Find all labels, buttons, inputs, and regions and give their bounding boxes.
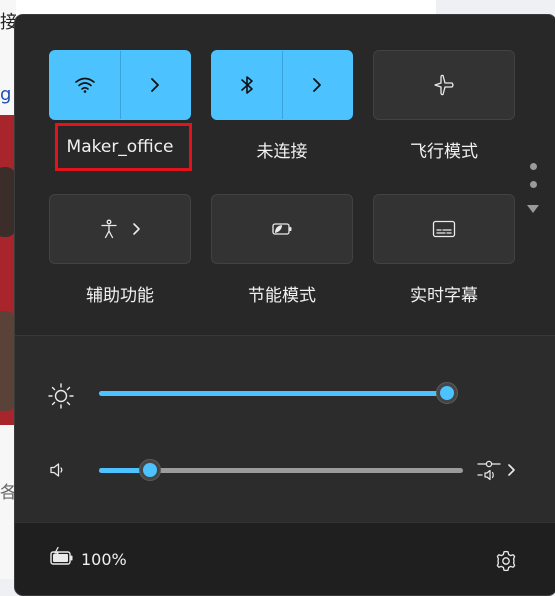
sliders-section	[15, 335, 555, 526]
speaker-icon[interactable]	[49, 461, 67, 479]
battery-saver-icon	[270, 221, 294, 237]
battery-saver-label: 节能模式	[248, 286, 316, 306]
battery-percentage: 100%	[81, 550, 127, 569]
airplane-mode-tile[interactable]	[373, 50, 515, 120]
battery-saver-tile[interactable]	[211, 194, 353, 264]
quick-settings-footer: 100%	[15, 522, 555, 595]
background-link[interactable]: g	[0, 84, 11, 105]
quick-settings-panel: Maker_office 未连接 飞行模式 辅助功能 节能模式 实时字幕 100…	[14, 14, 555, 596]
audio-output-icon[interactable]	[477, 459, 517, 483]
wifi-icon	[74, 76, 96, 94]
page-indicator-dot[interactable]	[530, 181, 537, 188]
gear-icon[interactable]	[495, 550, 517, 572]
live-captions-tile[interactable]	[373, 194, 515, 264]
wifi-expand-button[interactable]	[121, 51, 191, 119]
brightness-icon	[47, 382, 75, 410]
annotation-highlight-box	[55, 123, 192, 171]
volume-slider-thumb[interactable]	[138, 459, 161, 481]
airplane-icon	[433, 74, 455, 96]
bluetooth-tile[interactable]	[211, 50, 353, 120]
next-page-arrow-icon[interactable]	[527, 205, 539, 213]
brightness-slider-fill	[99, 391, 448, 396]
chevron-right-icon	[149, 77, 161, 93]
wifi-toggle[interactable]	[50, 51, 120, 119]
brightness-slider[interactable]	[99, 391, 451, 396]
accessibility-label: 辅助功能	[86, 286, 154, 306]
page-indicator-dot[interactable]	[530, 163, 537, 170]
airplane-mode-label: 飞行模式	[410, 142, 478, 162]
accessibility-tile[interactable]	[49, 194, 191, 264]
brightness-slider-thumb[interactable]	[436, 382, 459, 404]
accessibility-icon	[99, 219, 119, 239]
chevron-right-icon[interactable]	[131, 222, 141, 236]
bluetooth-icon	[240, 75, 254, 95]
bluetooth-status-label: 未连接	[256, 142, 308, 162]
chevron-right-icon	[311, 77, 323, 93]
bluetooth-expand-button[interactable]	[283, 51, 353, 119]
live-captions-label: 实时字幕	[410, 286, 478, 306]
bluetooth-toggle[interactable]	[212, 51, 282, 119]
wifi-tile[interactable]	[49, 50, 191, 120]
live-captions-icon	[432, 220, 456, 238]
battery-charging-icon[interactable]	[49, 547, 75, 567]
